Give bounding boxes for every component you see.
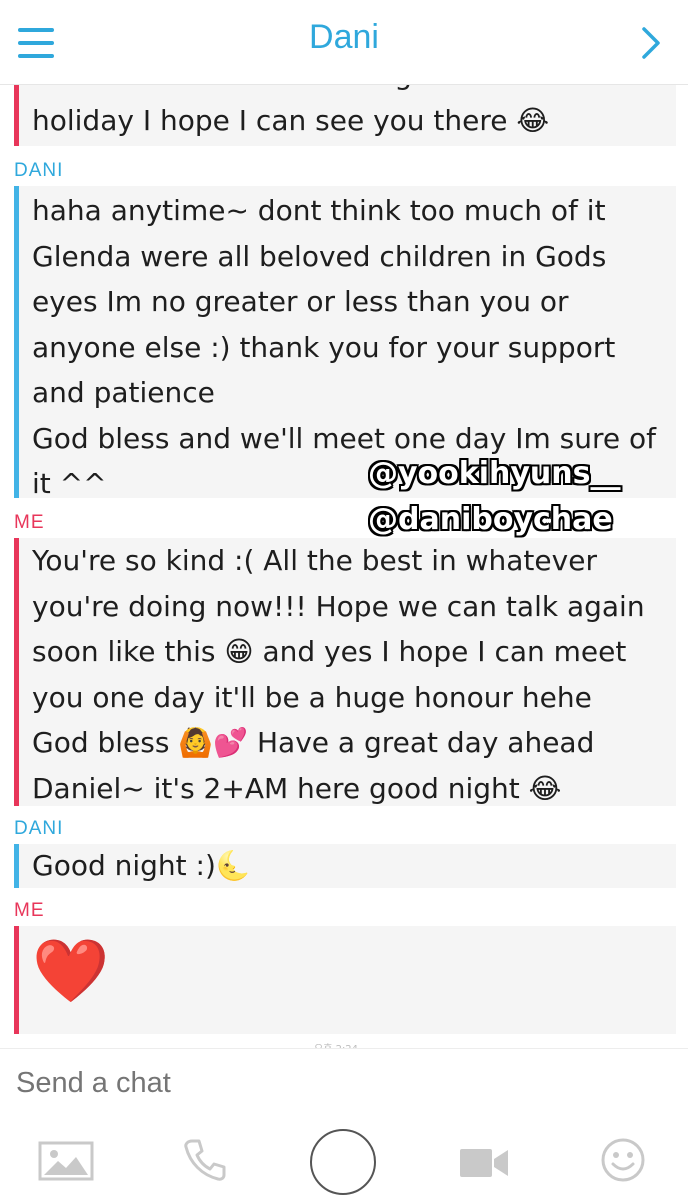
message-line: Good night :)🌜: [32, 849, 251, 882]
message-line: you one day it'll be a huge honour hehe: [32, 680, 592, 714]
message-line: holiday I hope I can see you there 😂: [32, 103, 550, 137]
message-line: That's nice!!! I'll be visiting Korea to…: [32, 84, 662, 98]
message-line: anyone else :) thank you for your suppor…: [32, 330, 616, 364]
message-line: Glenda were all beloved children in Gods: [32, 239, 607, 273]
message-line: Daniel~ it's 2+AM here good night 😂: [32, 771, 562, 805]
heart-emoji: ❤️: [32, 934, 110, 1007]
message-bubble: That's nice!!! I'll be visiting Korea to…: [14, 84, 676, 146]
chat-input[interactable]: [16, 1067, 616, 1100]
video-call-icon[interactable]: [458, 1145, 510, 1181]
watermark-text: @yookihyuns__: [368, 456, 621, 491]
message-line: soon like this 😁 and yes I hope I can me…: [32, 635, 627, 668]
sender-label-dani: DANI: [14, 160, 64, 181]
chat-thread[interactable]: That's nice!!! I'll be visiting Korea to…: [0, 84, 688, 1046]
capture-button[interactable]: [310, 1129, 376, 1195]
sender-label-me: ME: [14, 900, 45, 921]
message-bubble: ❤️: [14, 926, 676, 1034]
message-line: God bless and we'll meet one day Im sure…: [32, 421, 657, 455]
sender-label-dani: DANI: [14, 818, 64, 839]
sender-label-me: ME: [14, 512, 45, 533]
message-line: you're doing now!!! Hope we can talk aga…: [32, 589, 645, 623]
message-line: haha anytime~ dont think too much of it: [32, 194, 606, 227]
chat-header: Dani: [0, 0, 688, 85]
message-line: God bless 🙆💕 Have a great day ahead: [32, 726, 595, 759]
message-bubble: Good night :)🌜: [14, 844, 676, 888]
watermark-text: @daniboychae: [368, 502, 613, 537]
chevron-right-icon[interactable]: [640, 26, 662, 60]
chat-title: Dani: [309, 18, 379, 56]
message-line: You're so kind :( All the best in whatev…: [32, 544, 597, 577]
chat-composer: [0, 1048, 688, 1201]
message-bubble: haha anytime~ dont think too much of it …: [14, 186, 676, 500]
message-line: and patience: [32, 376, 215, 409]
emoji-icon[interactable]: [600, 1137, 646, 1183]
message-line: eyes Im no greater or less than you or: [32, 285, 569, 318]
phone-icon[interactable]: [182, 1137, 228, 1183]
message-bubble: You're so kind :( All the best in whatev…: [14, 538, 676, 806]
image-gallery-icon[interactable]: [38, 1141, 94, 1181]
